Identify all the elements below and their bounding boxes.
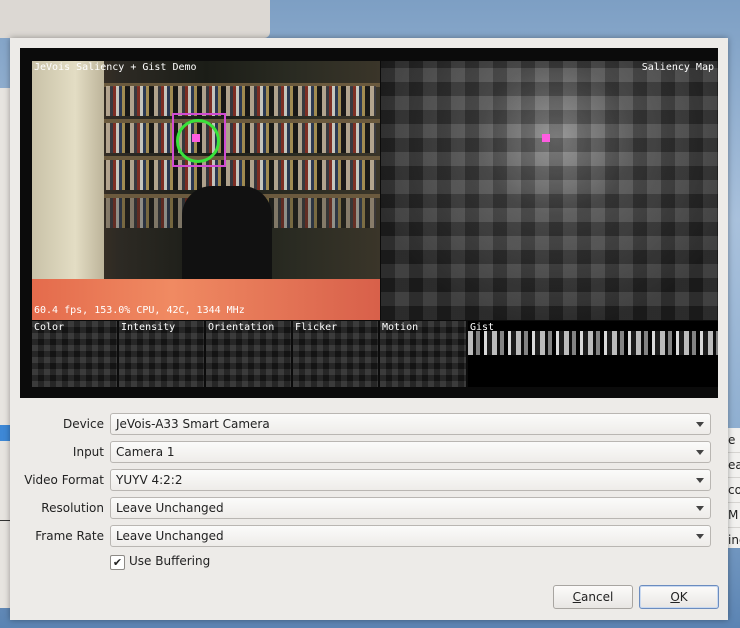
channel-label: Color [34,322,65,333]
device-value: JeVois-A33 Smart Camera [116,417,270,431]
chevron-down-icon [696,422,704,427]
saliency-map-title: Saliency Map [641,62,714,73]
channel-label: Motion [382,322,419,333]
video-format-combobox[interactable]: YUYV 4:2:2 [110,469,711,491]
frame-rate-value: Leave Unchanged [116,529,224,543]
frame-rate-row: Frame Rate Leave Unchanged [10,525,728,549]
performance-stats: 60.4 fps, 153.0% CPU, 42C, 1344 MHz [34,305,245,316]
flicker-channel-map: Flicker [293,321,378,387]
channel-label: Orientation [208,322,275,333]
books-row [106,86,376,116]
demo-title: JeVois Saliency + Gist Demo [34,62,197,73]
saliency-map: Saliency Map [381,61,718,320]
input-combobox[interactable]: Camera 1 [110,441,711,463]
background-window [0,88,10,608]
channel-label: Flicker [295,322,338,333]
device-combobox[interactable]: JeVois-A33 Smart Camera [110,413,711,435]
chevron-down-icon [696,506,704,511]
chevron-down-icon [696,478,704,483]
chevron-down-icon [696,450,704,455]
device-label: Device [62,417,104,431]
background-text: ea [727,453,740,478]
device-row: Device JeVois-A33 Smart Camera [10,413,728,437]
background-window-divider [0,520,10,521]
salient-point-marker [542,134,550,142]
video-capture-properties-dialog: JeVois Saliency + Gist Demo 60.4 fps, 15… [10,38,728,620]
use-buffering-checkbox[interactable]: ✔ [110,555,125,570]
cancel-mnemonic: C [572,590,582,604]
gist-vector: Gist [468,321,718,387]
input-value: Camera 1 [116,445,175,459]
resolution-value: Leave Unchanged [116,501,224,515]
background-text: M [727,503,740,528]
video-format-row: Video Format YUYV 4:2:2 [10,469,728,493]
channel-label: Gist [470,322,495,333]
gist-bars [468,331,718,355]
cancel-button[interactable]: Cancel [553,585,633,609]
resolution-label: Resolution [41,501,104,515]
background-window-right-pane: e ea co M ing it [727,428,740,548]
orientation-channel-map: Orientation [206,321,291,387]
background-window-titlebar [0,0,270,38]
background-text: ing [727,528,740,548]
ok-mnemonic: O [670,590,680,604]
resolution-combobox[interactable]: Leave Unchanged [110,497,711,519]
frame-rate-combobox[interactable]: Leave Unchanged [110,525,711,547]
intensity-channel-map: Intensity [119,321,204,387]
video-preview: JeVois Saliency + Gist Demo 60.4 fps, 15… [20,48,718,398]
ok-label: K [679,590,688,604]
input-label: Input [72,445,104,459]
cancel-label: ancel [581,590,614,604]
chevron-down-icon [696,534,704,539]
background-text: co [727,478,740,503]
video-format-value: YUYV 4:2:2 [116,473,183,487]
use-buffering-label[interactable]: Use Buffering [129,554,210,568]
motion-channel-map: Motion [380,321,466,387]
salient-point-marker [192,134,200,142]
color-channel-map: Color [32,321,117,387]
camera-view: JeVois Saliency + Gist Demo 60.4 fps, 15… [32,61,380,320]
books-row [106,123,376,153]
ok-button[interactable]: OK [639,585,719,609]
frame-rate-label: Frame Rate [35,529,104,543]
background-window-selection [0,425,10,441]
video-format-label: Video Format [24,473,104,487]
input-row: Input Camera 1 [10,441,728,465]
background-text: e [727,428,740,453]
resolution-row: Resolution Leave Unchanged [10,497,728,521]
channel-label: Intensity [121,322,176,333]
